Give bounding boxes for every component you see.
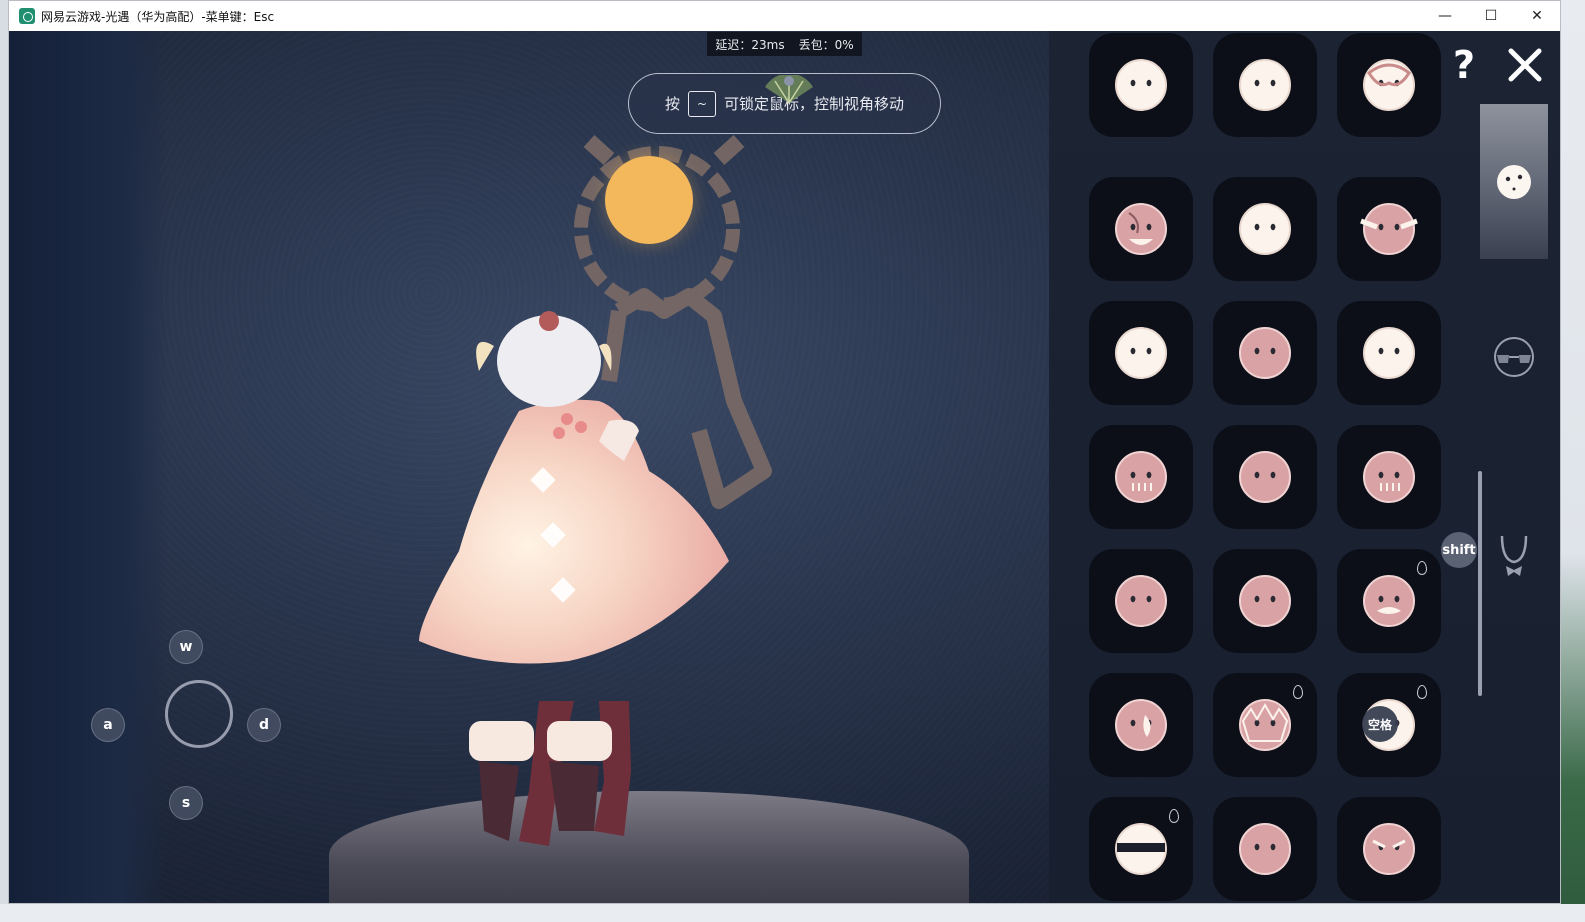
game-window: 网易云游戏-光遇（华为高配）-菜单键：Esc — ☐ ✕ 延迟：23ms 丢包：…: [8, 0, 1561, 904]
app-logo-icon: [19, 8, 35, 24]
close-icon[interactable]: [1505, 45, 1545, 85]
mask-item[interactable]: [1337, 549, 1441, 653]
tilde-key: ~: [688, 90, 716, 117]
mask-mustache-icon: [1363, 575, 1415, 627]
mask-item[interactable]: [1337, 177, 1441, 281]
movement-joystick[interactable]: [165, 680, 233, 748]
mask-item[interactable]: [1089, 33, 1193, 137]
packet-loss-readout: 丢包：0%: [798, 37, 854, 52]
mask-icon: [1497, 164, 1531, 199]
tab-necklaces[interactable]: [1480, 479, 1548, 634]
mask-bandana-icon: [1115, 823, 1167, 875]
tab-masks[interactable]: [1480, 104, 1548, 259]
tab-glasses[interactable]: [1480, 279, 1548, 434]
mask-flame-icon: [1115, 699, 1167, 751]
mask-owl-icon: [1239, 203, 1291, 255]
latency-readout: 延迟：23ms: [715, 37, 785, 52]
mask-freckles-icon: [1239, 575, 1291, 627]
fan-emote-icon: [765, 75, 813, 104]
window-title: 网易云游戏-光遇（华为高配）-菜单键：Esc: [41, 9, 275, 24]
mask-sad-icon: [1115, 575, 1167, 627]
mask-ornate-icon: [1363, 59, 1415, 111]
mask-scar-icon: [1115, 203, 1167, 255]
help-button[interactable]: ?: [1447, 43, 1481, 87]
mask-sleepy-icon: [1115, 327, 1167, 379]
hint-prefix: 按: [664, 95, 680, 113]
sun-emblem: [605, 156, 693, 244]
player-character-icon: [419, 311, 729, 846]
space-key-button[interactable]: 空格: [1362, 706, 1398, 742]
network-status: 延迟：23ms 丢包：0%: [707, 32, 862, 56]
game-viewport[interactable]: 延迟：23ms 丢包：0% 按 ~ 可锁定鼠标，控制视角移动 w a d s ?…: [9, 31, 1560, 903]
close-window-button[interactable]: ✕: [1514, 1, 1560, 31]
mask-item[interactable]: [1213, 33, 1317, 137]
mask-plain-icon: [1115, 59, 1167, 111]
candle-drop-icon: [1417, 561, 1427, 575]
desktop-taskbar-edge: [0, 904, 1585, 922]
mask-item[interactable]: [1213, 301, 1317, 405]
mask-winged-icon: [1360, 203, 1418, 255]
mask-item[interactable]: [1089, 301, 1193, 405]
mask-item[interactable]: [1337, 425, 1441, 529]
desktop-background: [1561, 0, 1585, 922]
mask-item[interactable]: [1213, 549, 1317, 653]
mask-item[interactable]: [1213, 673, 1317, 777]
key-w[interactable]: w: [169, 630, 203, 664]
minimize-button[interactable]: —: [1422, 1, 1468, 31]
maximize-button[interactable]: ☐: [1468, 1, 1514, 31]
mask-item[interactable]: [1089, 673, 1193, 777]
window-controls: — ☐ ✕: [1422, 1, 1560, 31]
mask-item[interactable]: [1213, 177, 1317, 281]
mask-half-icon: [1239, 59, 1291, 111]
mask-petal-icon: [1239, 823, 1291, 875]
glasses-icon: [1494, 336, 1534, 377]
mask-flower-icon: [1363, 327, 1415, 379]
mask-tears-icon: [1115, 451, 1167, 503]
mask-item[interactable]: [1089, 425, 1193, 529]
mask-item[interactable]: [1089, 797, 1193, 901]
title-bar: 网易云游戏-光遇（华为高配）-菜单键：Esc — ☐ ✕: [9, 1, 1560, 31]
key-a[interactable]: a: [91, 708, 125, 742]
candle-drop-icon: [1169, 809, 1179, 823]
mask-item[interactable]: [1337, 797, 1441, 901]
mask-item[interactable]: [1089, 177, 1193, 281]
mask-item[interactable]: [1213, 425, 1317, 529]
mask-dragon-icon: [1239, 699, 1291, 751]
mask-item[interactable]: [1089, 549, 1193, 653]
necklace-icon: [1500, 535, 1528, 576]
mask-item[interactable]: [1337, 301, 1441, 405]
candle-drop-icon: [1417, 685, 1427, 699]
key-s[interactable]: s: [169, 786, 203, 820]
mask-closed-eyes-icon: [1239, 451, 1291, 503]
mask-item[interactable]: [1337, 33, 1441, 137]
mask-item[interactable]: [1213, 797, 1317, 901]
mask-grin-icon: [1363, 823, 1415, 875]
wall-shadow: [9, 31, 169, 903]
mask-stripe-icon: [1239, 327, 1291, 379]
candle-drop-icon: [1293, 685, 1303, 699]
mask-lines-icon: [1363, 451, 1415, 503]
shift-key-button[interactable]: shift: [1441, 532, 1477, 568]
key-d[interactable]: d: [247, 708, 281, 742]
